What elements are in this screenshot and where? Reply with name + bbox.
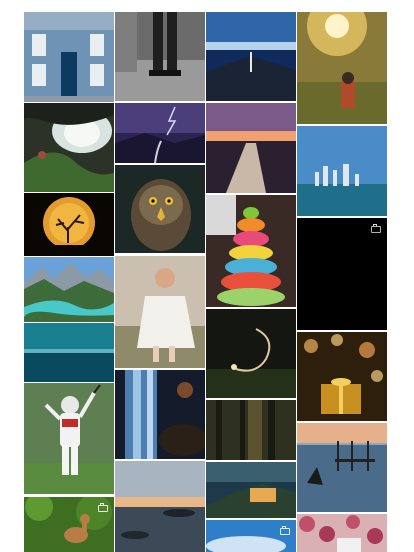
- photo-hill-town-night[interactable]: [206, 462, 296, 518]
- photo-blue-sky[interactable]: [206, 520, 296, 552]
- gallery-badge-icon: [280, 526, 290, 535]
- photo-grid: [24, 12, 388, 552]
- photo-image: [24, 193, 114, 256]
- photo-image: [115, 370, 205, 459]
- photo-black-album[interactable]: [297, 218, 387, 330]
- photo-moon-tree[interactable]: [24, 193, 114, 256]
- photo-image: [24, 103, 114, 192]
- photo-pink-flowers[interactable]: [297, 514, 387, 552]
- photo-sunlit-forest[interactable]: [206, 400, 296, 460]
- photo-pier-ruins-sunset[interactable]: [297, 423, 387, 512]
- photo-image: [297, 126, 387, 216]
- photo-hiker-sunlight[interactable]: [297, 12, 387, 124]
- photo-lacrosse-player[interactable]: [24, 383, 114, 494]
- photo-image: [297, 423, 387, 512]
- photo-image: [24, 257, 114, 322]
- photo-image: [115, 256, 205, 368]
- photo-image: [24, 12, 114, 102]
- photo-cave-waterfall[interactable]: [24, 103, 114, 192]
- photo-city-skyline[interactable]: [297, 126, 387, 216]
- photo-lightning-road[interactable]: [115, 103, 205, 163]
- photo-image: [297, 332, 387, 421]
- photo-image: [206, 103, 296, 193]
- photo-girl-dress[interactable]: [115, 256, 205, 368]
- photo-deer-forest[interactable]: [24, 497, 114, 552]
- photo-light-painting[interactable]: [206, 309, 296, 398]
- photo-image: [206, 462, 296, 518]
- photo-image: [115, 103, 205, 163]
- photo-gift-bokeh[interactable]: [297, 332, 387, 421]
- photo-image: [297, 218, 387, 330]
- photo-pier-blue[interactable]: [206, 12, 296, 101]
- photo-image: [206, 520, 296, 552]
- photo-image: [206, 400, 296, 460]
- photo-waterfall-rocks[interactable]: [115, 370, 205, 459]
- gallery-badge-icon: [371, 224, 381, 233]
- photo-mountain-river[interactable]: [24, 257, 114, 322]
- photo-image: [115, 461, 205, 552]
- photo-blue-building-door[interactable]: [24, 12, 114, 102]
- photo-image: [24, 323, 114, 382]
- photo-image: [297, 514, 387, 552]
- photo-image: [115, 165, 205, 253]
- photo-macaron-tower[interactable]: [206, 195, 296, 307]
- photo-boardwalk-sunset[interactable]: [206, 103, 296, 193]
- photo-image: [115, 12, 205, 101]
- photo-sunset-sea-rocks[interactable]: [115, 461, 205, 552]
- photo-image: [297, 12, 387, 124]
- gallery-badge-icon: [98, 503, 108, 512]
- photo-image: [206, 309, 296, 398]
- photo-image: [206, 195, 296, 307]
- photo-image: [24, 383, 114, 494]
- photo-eagle[interactable]: [115, 165, 205, 253]
- photo-image: [206, 12, 296, 101]
- photo-ocean-horizon[interactable]: [24, 323, 114, 382]
- photo-legs-street[interactable]: [115, 12, 205, 101]
